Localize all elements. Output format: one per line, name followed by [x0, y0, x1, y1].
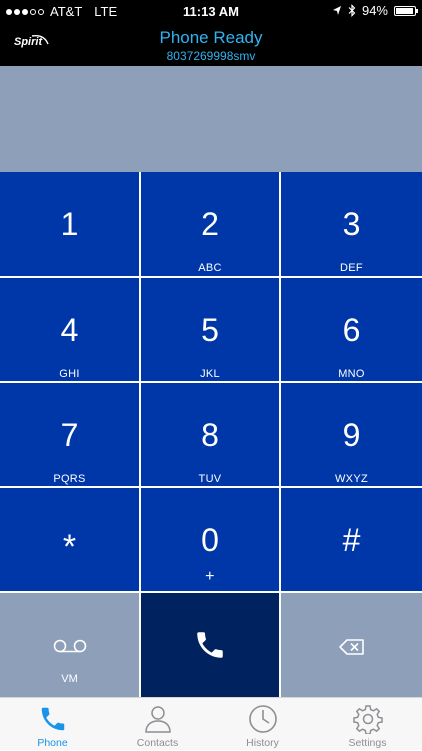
gear-icon — [352, 705, 383, 734]
key-4[interactable]: 4 GHI — [0, 278, 139, 381]
voicemail-button[interactable]: VM — [0, 593, 139, 697]
voicemail-icon — [53, 639, 86, 653]
key-digit: 8 — [201, 417, 219, 453]
tab-label: Settings — [348, 737, 387, 749]
person-icon — [144, 706, 171, 733]
location-arrow-icon — [332, 6, 341, 15]
key-digit: 5 — [201, 312, 219, 348]
key-digit: 6 — [342, 312, 361, 348]
dial-keypad: 1 2 ABC 3 DEF 4 GHI 5 JKL 6 MNO 7 PQRS 8… — [0, 172, 422, 697]
key-letters: PQRS — [53, 473, 86, 485]
account-number: 8037269998smv — [166, 49, 256, 63]
key-5[interactable]: 5 JKL — [141, 278, 279, 381]
status-right: 94% — [332, 3, 418, 18]
backspace-button[interactable] — [281, 593, 422, 697]
voicemail-label: VM — [61, 673, 78, 685]
key-digit: 1 — [60, 206, 79, 242]
key-letters: ABC — [198, 262, 222, 274]
key-digit: 2 — [201, 206, 219, 242]
key-9[interactable]: 9 WXYZ — [281, 383, 422, 486]
tab-history[interactable]: History — [210, 698, 315, 751]
key-letters: TUV — [198, 473, 222, 485]
dialed-number-display[interactable] — [0, 66, 422, 172]
key-3[interactable]: 3 DEF — [281, 172, 422, 276]
app-header: Spirit Phone Ready 8037269998smv — [0, 22, 422, 66]
tab-settings[interactable]: Settings — [315, 698, 420, 751]
key-digit: * — [62, 528, 77, 566]
key-digit: 0 — [201, 522, 219, 558]
key-letters: JKL — [200, 368, 220, 380]
key-1[interactable]: 1 — [0, 172, 139, 276]
key-letters: GHI — [59, 368, 80, 380]
key-7[interactable]: 7 PQRS — [0, 383, 139, 486]
tab-bar: Phone Contacts History Settings — [0, 697, 422, 750]
key-6[interactable]: 6 MNO — [281, 278, 422, 381]
key-letters: + — [205, 568, 215, 585]
phone-icon — [41, 707, 64, 731]
key-digit: 9 — [342, 417, 361, 453]
battery-icon — [394, 5, 418, 16]
tab-contacts[interactable]: Contacts — [105, 698, 210, 751]
call-button[interactable] — [141, 593, 279, 697]
page-title: Phone Ready — [159, 28, 263, 47]
phone-icon — [197, 632, 223, 658]
key-2[interactable]: 2 ABC — [141, 172, 279, 276]
tab-label: History — [246, 737, 279, 749]
key-star[interactable]: * — [0, 488, 139, 591]
backspace-icon — [338, 639, 364, 655]
tab-label: Phone — [37, 737, 68, 749]
key-hash[interactable]: # — [281, 488, 422, 591]
battery-percent: 94% — [361, 3, 388, 18]
key-0[interactable]: 0 + — [141, 488, 279, 591]
key-digit: 3 — [342, 206, 361, 242]
key-digit: 7 — [60, 417, 79, 453]
key-letters: MNO — [338, 368, 365, 380]
clock-icon — [248, 705, 277, 733]
key-digit: # — [342, 522, 361, 558]
key-letters: DEF — [340, 262, 363, 274]
key-8[interactable]: 8 TUV — [141, 383, 279, 486]
key-digit: 4 — [60, 312, 79, 348]
bluetooth-icon — [348, 4, 356, 17]
status-bar: AT&T LTE 11:13 AM 94% — [0, 0, 422, 22]
tab-label: Contacts — [136, 737, 179, 749]
key-letters: WXYZ — [335, 473, 368, 485]
tab-phone[interactable]: Phone — [0, 698, 105, 751]
